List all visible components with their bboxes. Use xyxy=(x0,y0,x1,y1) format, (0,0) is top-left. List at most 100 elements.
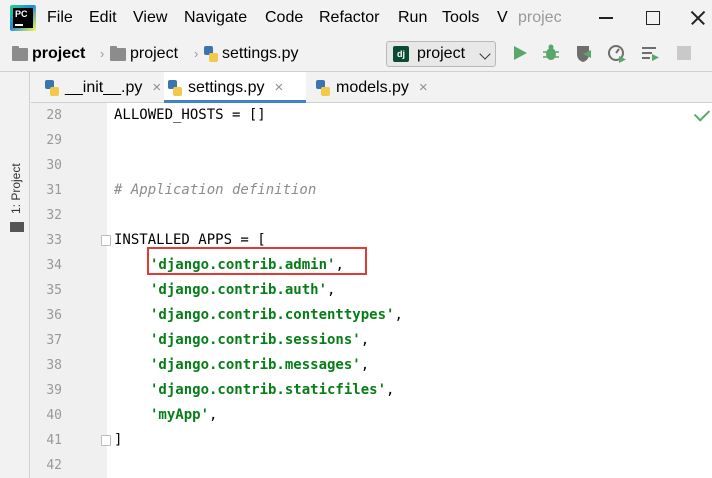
code-line: 40 'myApp', xyxy=(31,403,712,428)
code-line: 30 xyxy=(31,153,712,178)
breadcrumb-settings-file[interactable]: settings.py xyxy=(204,45,298,63)
line-number: 28 xyxy=(46,108,62,123)
project-tool-button[interactable]: 1: Project xyxy=(8,154,24,214)
code-line: 36 'django.contrib.contenttypes', xyxy=(31,303,712,328)
concurrency-icon[interactable] xyxy=(640,42,660,64)
string-literal: 'django.contrib.contenttypes' xyxy=(150,307,395,323)
stop-icon[interactable] xyxy=(674,42,694,64)
maximize-button[interactable] xyxy=(641,6,665,30)
string-literal: 'django.contrib.staticfiles' xyxy=(150,382,387,398)
line-number: 37 xyxy=(46,333,62,348)
django-icon: dj xyxy=(393,46,409,62)
line-number: 36 xyxy=(46,308,62,323)
tab-label: __init__.py xyxy=(65,78,143,96)
line-number: 38 xyxy=(46,358,62,373)
folder-icon[interactable] xyxy=(10,222,24,232)
code-line: 33 INSTALLED_APPS = [ xyxy=(31,228,712,253)
line-number: 42 xyxy=(46,458,62,473)
pycharm-logo-icon: PC xyxy=(10,5,36,31)
menu-file[interactable]: File xyxy=(47,8,73,28)
coverage-icon[interactable] xyxy=(574,42,594,64)
close-icon[interactable]: × xyxy=(419,79,428,96)
code-line: 31 # Application definition xyxy=(31,178,712,203)
tab-label: models.py xyxy=(336,78,409,96)
fold-marker-icon[interactable] xyxy=(101,235,111,246)
breadcrumb-label: project xyxy=(32,45,86,62)
comma: , xyxy=(360,332,370,348)
comma: , xyxy=(394,307,403,323)
line-number: 40 xyxy=(46,408,62,423)
line-number: 35 xyxy=(46,283,62,298)
folder-icon xyxy=(12,45,28,61)
code-text: ] xyxy=(114,432,123,448)
string-literal: 'myApp' xyxy=(150,407,210,423)
line-number: 34 xyxy=(46,258,62,273)
code-line: 28 ALLOWED_HOSTS = [] xyxy=(31,103,712,128)
run-icon[interactable] xyxy=(510,42,530,64)
close-window-button[interactable] xyxy=(686,6,710,30)
code-line: 39 'django.contrib.staticfiles', xyxy=(31,378,712,403)
python-file-icon xyxy=(168,79,182,96)
string-literal: 'django.contrib.auth' xyxy=(150,282,328,298)
tab-models-py[interactable]: models.py × xyxy=(316,72,428,103)
code-editor[interactable]: 28 ALLOWED_HOSTS = [] 29 30 31 # Applica… xyxy=(31,103,712,478)
code-text: 'django.contrib.staticfiles', xyxy=(150,378,394,403)
close-icon[interactable]: × xyxy=(274,79,283,96)
tab-init-py[interactable]: __init__.py × xyxy=(45,72,161,103)
string-literal: 'django.contrib.messages' xyxy=(150,357,361,373)
comma: , xyxy=(209,407,218,423)
comma: , xyxy=(386,382,395,398)
menu-refactor[interactable]: Refactor xyxy=(319,8,379,28)
python-file-icon xyxy=(204,46,218,62)
tab-label: settings.py xyxy=(188,78,265,96)
menu-code[interactable]: Code xyxy=(265,8,303,28)
menu-bar: PC File Edit View Navigate Code Refactor… xyxy=(0,0,712,36)
code-line: 41 ] xyxy=(31,428,712,453)
comma: , xyxy=(327,282,336,298)
code-line: 34 'django.contrib.admin', xyxy=(31,253,712,278)
code-text: 'django.contrib.sessions', xyxy=(150,328,369,353)
python-file-icon xyxy=(45,79,59,96)
window-title: projec xyxy=(518,9,562,26)
code-text: 'django.contrib.messages', xyxy=(150,353,369,378)
menu-run[interactable]: Run xyxy=(398,8,427,28)
menu-vcs[interactable]: V xyxy=(497,8,508,28)
minimize-button[interactable] xyxy=(595,6,619,30)
breadcrumb-project[interactable]: project xyxy=(110,45,178,63)
profile-icon[interactable] xyxy=(607,42,627,64)
highlight-box xyxy=(147,247,367,275)
line-number: 29 xyxy=(46,133,62,148)
menu-tools[interactable]: Tools xyxy=(442,8,479,28)
run-config-label: project xyxy=(417,45,466,62)
debug-icon[interactable] xyxy=(541,42,561,64)
line-number: 33 xyxy=(46,233,62,248)
code-text: 'myApp', xyxy=(150,403,217,428)
menu-edit[interactable]: Edit xyxy=(89,8,117,28)
code-text: 'django.contrib.contenttypes', xyxy=(150,303,403,328)
code-line: 32 xyxy=(31,203,712,228)
close-icon[interactable]: × xyxy=(152,79,161,96)
code-line: 37 'django.contrib.sessions', xyxy=(31,328,712,353)
code-line: 29 xyxy=(31,128,712,153)
code-line: 42 xyxy=(31,453,712,478)
folder-icon xyxy=(110,45,126,61)
line-number: 30 xyxy=(46,158,62,173)
line-number: 31 xyxy=(46,183,62,198)
check-icon xyxy=(693,105,711,122)
menu-navigate[interactable]: Navigate xyxy=(184,8,247,28)
chevron-right-icon: › xyxy=(194,46,199,61)
tab-settings-py[interactable]: settings.py × xyxy=(164,72,306,104)
breadcrumb-label: project xyxy=(130,45,179,62)
comma: , xyxy=(360,357,370,373)
line-number: 41 xyxy=(46,433,62,448)
breadcrumb-project-root[interactable]: project xyxy=(12,45,85,63)
code-text: ALLOWED_HOSTS = [] xyxy=(114,107,266,123)
menu-view[interactable]: View xyxy=(133,8,167,28)
tool-window-strip: 1: Project xyxy=(0,72,30,478)
code-line: 38 'django.contrib.messages', xyxy=(31,353,712,378)
run-configuration-select[interactable]: dj project xyxy=(386,41,496,67)
line-number: 32 xyxy=(46,208,62,223)
fold-marker-icon[interactable] xyxy=(101,435,111,446)
ide-window: PC File Edit View Navigate Code Refactor… xyxy=(0,0,712,478)
breadcrumb-label: settings.py xyxy=(222,45,299,62)
